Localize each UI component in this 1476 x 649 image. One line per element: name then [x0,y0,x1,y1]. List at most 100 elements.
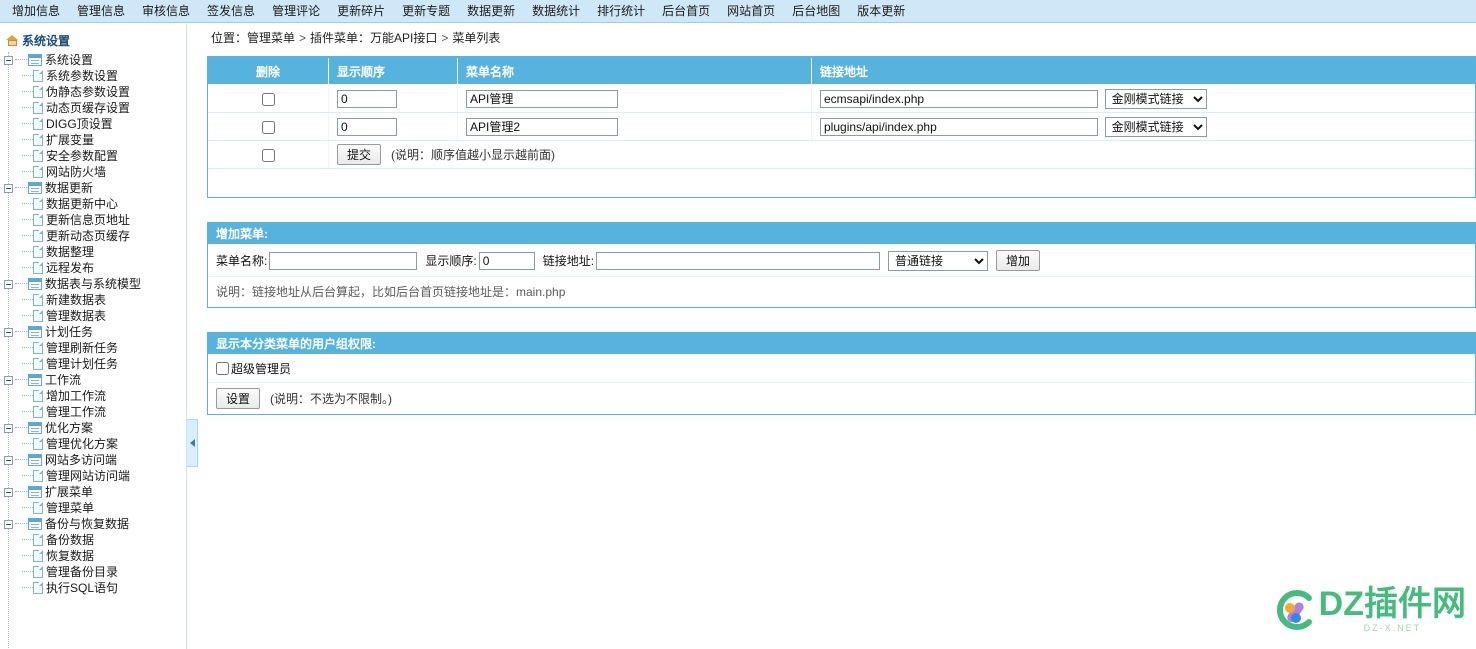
sidebar-item-8-0[interactable]: 备份数据 [0,532,186,548]
breadcrumb-item-1[interactable]: 插件菜单：万能API接口 [310,31,437,45]
sidebar-item-4-1[interactable]: 管理工作流 [0,404,186,420]
sidebar: 系统设置 系统设置 系统参数设置 伪静态参数设置 动态页缓存设置 DIGG顶设置 扩展变量… [0,24,187,649]
sidebar-item-label: DIGG顶设置 [46,117,113,131]
nav-item-manage-info[interactable]: 管理信息 [77,0,125,22]
sidebar-item-0-1[interactable]: 伪静态参数设置 [0,84,186,100]
sidebar-item-4-0[interactable]: 增加工作流 [0,388,186,404]
nav-item-site-home[interactable]: 网站首页 [727,0,775,22]
sidebar-group: 优化方案 管理优化方案 [0,420,186,452]
collapse-toggle-icon[interactable] [4,55,13,65]
collapse-toggle-icon[interactable] [4,327,13,337]
page-icon [33,342,43,354]
sidebar-group-2[interactable]: 数据表与系统模型 [0,276,186,292]
sidebar-group-0[interactable]: 系统设置 [0,52,186,68]
cell-menu-name [457,84,812,113]
tree-connector [15,283,27,285]
sidebar-group-4[interactable]: 工作流 [0,372,186,388]
sidebar-item-label: 伪静态参数设置 [46,85,131,99]
sidebar-item-3-0[interactable]: 管理刷新任务 [0,340,186,356]
sidebar-item-8-1[interactable]: 恢复数据 [0,548,186,564]
sidebar-item-label: 数据更新中心 [46,197,119,211]
add-menu-order-input[interactable] [478,251,535,270]
row-order-input-0[interactable] [337,89,397,108]
collapse-toggle-icon[interactable] [4,279,13,289]
nav-item-admin-map[interactable]: 后台地图 [792,0,840,22]
sidebar-item-1-4[interactable]: 远程发布 [0,260,186,276]
table-row: 金刚模式链接普通链接 [208,84,1475,113]
nav-item-data-stats[interactable]: 数据统计 [532,0,580,22]
collapse-toggle-icon[interactable] [4,423,13,433]
tree-connector [22,107,33,109]
sidebar-item-7-0[interactable]: 管理菜单 [0,500,186,516]
sidebar-item-label: 扩展变量 [46,133,95,147]
sidebar-group-3[interactable]: 计划任务 [0,324,186,340]
sidebar-item-0-0[interactable]: 系统参数设置 [0,68,186,84]
sidebar-item-1-2[interactable]: 更新动态页缓存 [0,228,186,244]
sidebar-collapse-handle[interactable] [187,419,198,467]
sidebar-item-8-2[interactable]: 管理备份目录 [0,564,186,580]
sidebar-group: 备份与恢复数据 备份数据 恢复数据 管理备份目录 执行SQL语句 [0,516,186,596]
row-link-type-select-0[interactable]: 金刚模式链接普通链接 [1104,88,1207,109]
sidebar-group-5[interactable]: 优化方案 [0,420,186,436]
add-menu-link-type-select[interactable]: 普通链接金刚模式链接 [888,250,989,271]
collapse-toggle-icon[interactable] [4,455,13,465]
sidebar-item-0-5[interactable]: 安全参数配置 [0,148,186,164]
submit-button[interactable]: 提交 [337,144,382,165]
nav-item-ranking-stats[interactable]: 排行统计 [597,0,645,22]
collapse-toggle-icon[interactable] [4,519,13,529]
nav-item-manage-comments[interactable]: 管理评论 [272,0,320,22]
sidebar-item-0-2[interactable]: 动态页缓存设置 [0,100,186,116]
row-delete-checkbox-0[interactable] [261,92,275,106]
row-name-input-0[interactable] [466,89,618,108]
nav-item-issue-info[interactable]: 签发信息 [207,0,255,22]
sidebar-group-8[interactable]: 备份与恢复数据 [0,516,186,532]
sidebar-item-0-6[interactable]: 网站防火墙 [0,164,186,180]
row-delete-checkbox-1[interactable] [261,120,275,134]
collapse-toggle-icon[interactable] [4,487,13,497]
row-order-input-1[interactable] [337,117,397,136]
permissions-set-button[interactable]: 设置 [216,388,261,409]
nav-item-version-update[interactable]: 版本更新 [857,0,905,22]
nav-item-update-fragments[interactable]: 更新碎片 [337,0,385,22]
cell-submit: 提交 (说明：顺序值越小显示越前面) [328,140,1475,169]
sidebar-item-2-0[interactable]: 新建数据表 [0,292,186,308]
sidebar-item-3-1[interactable]: 管理计划任务 [0,356,186,372]
sidebar-item-1-3[interactable]: 数据整理 [0,244,186,260]
sidebar-group-6[interactable]: 网站多访问端 [0,452,186,468]
nav-item-admin-home[interactable]: 后台首页 [662,0,710,22]
tree-connector [22,363,33,365]
tree-connector [22,123,33,125]
collapse-toggle-icon[interactable] [4,375,13,385]
nav-item-add-info[interactable]: 增加信息 [12,0,60,22]
sidebar-item-2-1[interactable]: 管理数据表 [0,308,186,324]
breadcrumb-item-2: 菜单列表 [452,31,501,45]
sidebar-item-1-1[interactable]: 更新信息页地址 [0,212,186,228]
add-menu-name-input[interactable] [269,251,418,270]
add-menu-link-input[interactable] [596,251,881,270]
breadcrumb-item-0[interactable]: 管理菜单 [247,31,295,45]
sidebar-item-1-0[interactable]: 数据更新中心 [0,196,186,212]
sidebar-item-label: 管理备份目录 [46,565,119,579]
row-link-input-0[interactable] [820,89,1098,108]
sidebar-title-label: 系统设置 [22,33,71,48]
sidebar-item-label: 管理菜单 [46,501,95,515]
sidebar-item-0-4[interactable]: 扩展变量 [0,132,186,148]
nav-item-data-update[interactable]: 数据更新 [467,0,515,22]
sidebar-group-7[interactable]: 扩展菜单 [0,484,186,500]
row-link-input-1[interactable] [820,117,1098,136]
sidebar-item-5-0[interactable]: 管理优化方案 [0,436,186,452]
sidebar-item-0-3[interactable]: DIGG顶设置 [0,116,186,132]
select-all-checkbox[interactable] [261,148,275,162]
row-link-type-select-1[interactable]: 金刚模式链接普通链接 [1104,116,1207,137]
sidebar-item-8-3[interactable]: 执行SQL语句 [0,580,186,596]
add-menu-link-label: 链接地址: [542,254,595,268]
nav-item-update-topics[interactable]: 更新专题 [402,0,450,22]
permission-checkbox-super-admin[interactable] [216,362,229,375]
tree-connector [15,427,27,429]
collapse-toggle-icon[interactable] [4,183,13,193]
row-name-input-1[interactable] [466,117,618,136]
sidebar-item-6-0[interactable]: 管理网站访问端 [0,468,186,484]
nav-item-review-info[interactable]: 审核信息 [142,0,190,22]
add-menu-button[interactable]: 增加 [996,250,1041,271]
sidebar-group-1[interactable]: 数据更新 [0,180,186,196]
